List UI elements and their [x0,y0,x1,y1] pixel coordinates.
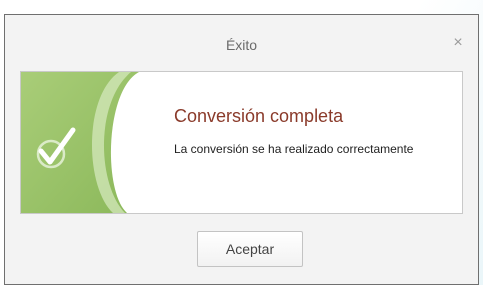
dialog-title: Éxito [225,37,258,53]
accept-button[interactable]: Aceptar [197,231,303,267]
dialog-title-bar: Éxito × [5,15,478,69]
message-panel: Conversión completa La conversión se ha … [20,71,463,214]
message-heading: Conversión completa [174,106,344,126]
success-dialog: Éxito × Conversión completa La conversió… [4,14,479,285]
success-check-icon [21,72,139,213]
close-button[interactable]: × [450,35,466,51]
message-body: La conversión se ha realizado correctame… [174,142,414,156]
